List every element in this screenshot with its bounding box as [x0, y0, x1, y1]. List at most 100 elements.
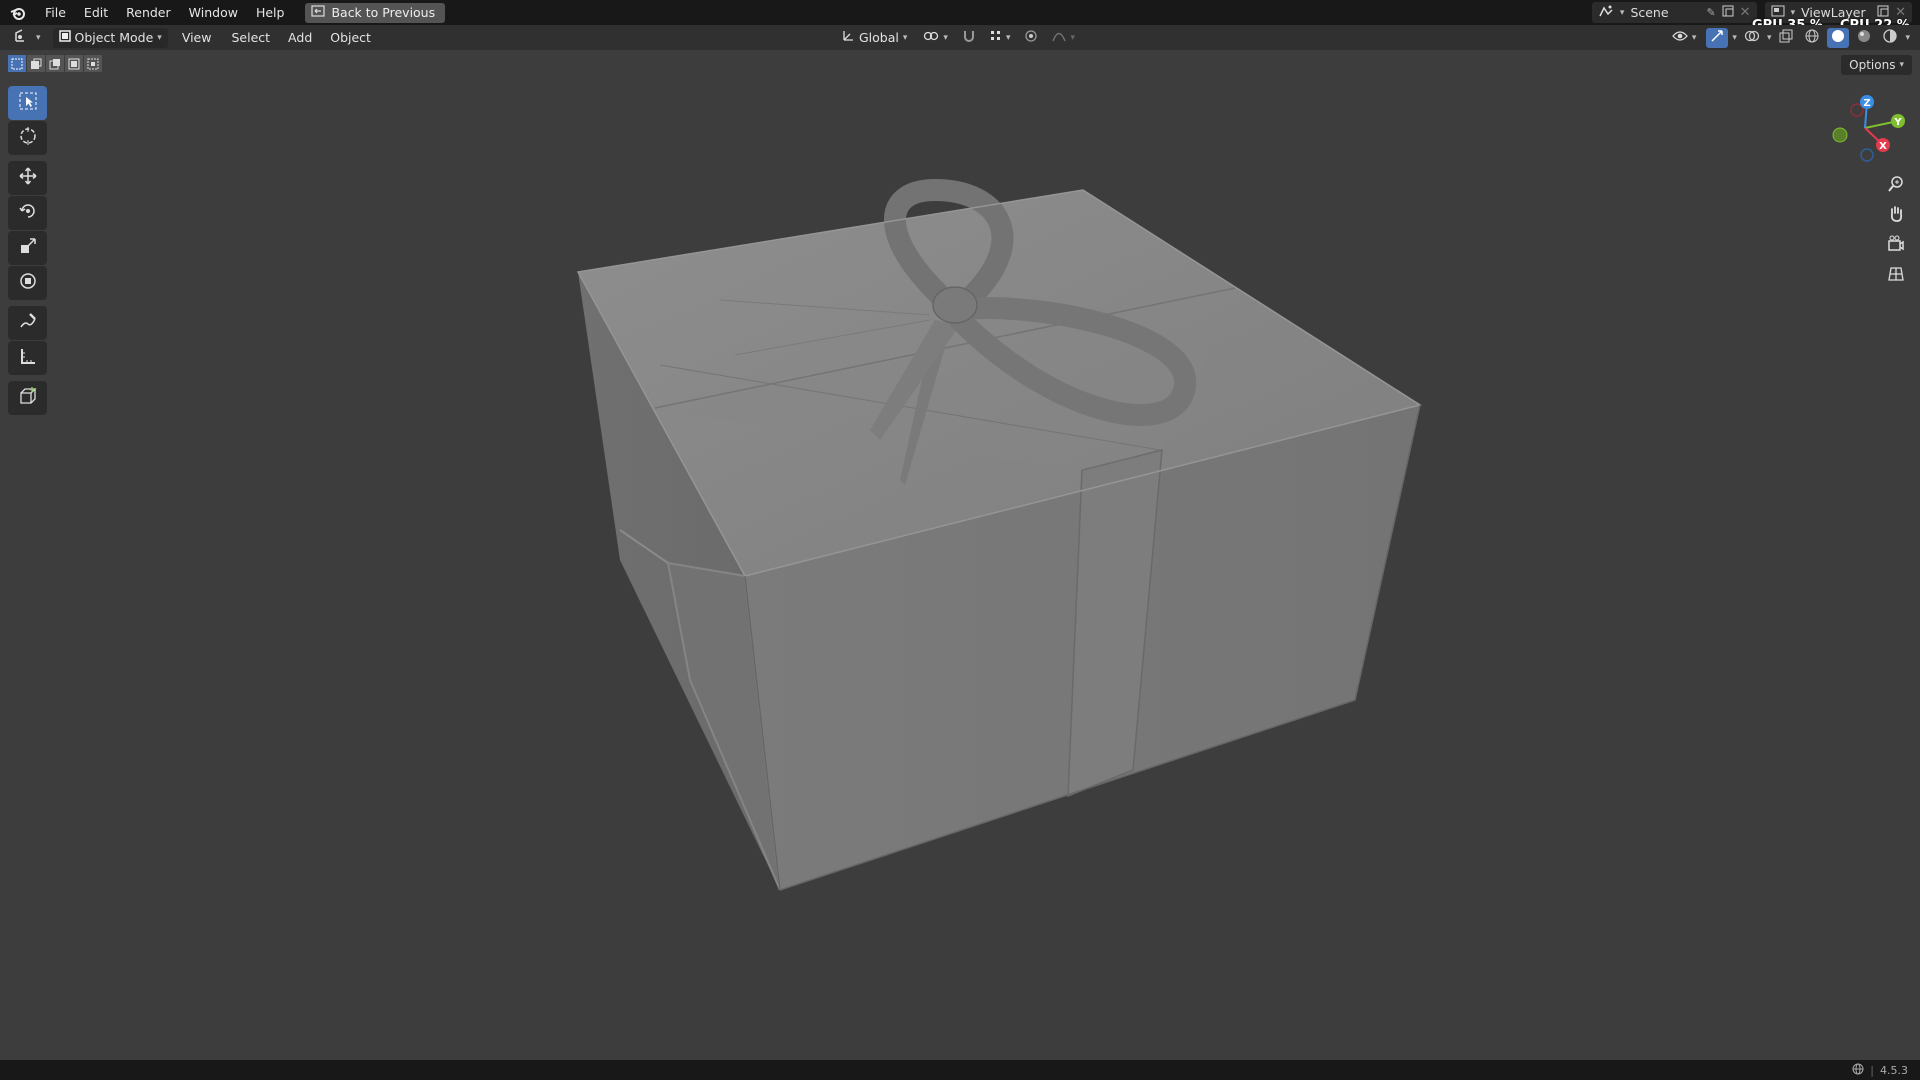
menu-edit[interactable]: Edit: [75, 0, 117, 25]
wireframe-shading-icon: [1805, 29, 1819, 47]
chevron-down-icon: ▾: [1070, 32, 1075, 43]
transform-orientation-dropdown[interactable]: Global ▾: [835, 28, 913, 48]
add-cube-icon: [18, 386, 38, 410]
chevron-down-icon: ▾: [1899, 60, 1904, 70]
transform-icon: [18, 271, 38, 295]
neg-z-axis-handle: [1860, 148, 1874, 162]
chevron-down-icon: ▾: [943, 32, 948, 43]
chevron-down-icon: ▾: [157, 32, 162, 43]
eye-icon: [1672, 30, 1688, 45]
options-label: Options: [1849, 58, 1896, 72]
scene-icon: [1598, 4, 1614, 22]
gizmo-icon: [1710, 29, 1724, 47]
status-divider: |: [1870, 1063, 1874, 1077]
tool-select-box[interactable]: [8, 86, 47, 120]
snap-target-dropdown[interactable]: ▾: [984, 28, 1017, 48]
rotate-icon: [18, 201, 38, 225]
navigation-gizmo[interactable]: Z Y X: [1820, 90, 1910, 170]
magnet-icon: [962, 29, 976, 47]
snap-toggle[interactable]: [958, 28, 980, 48]
overlays-icon: [1744, 29, 1760, 47]
tool-measure[interactable]: [8, 341, 47, 375]
neg-y-axis-handle: [1832, 127, 1848, 143]
chevron-down-icon: ▾: [1619, 7, 1625, 18]
solid-shading-icon: [1831, 29, 1845, 47]
orientation-label: Global: [859, 30, 899, 45]
chevron-down-icon: ▾: [36, 32, 41, 43]
network-globe-icon: [1852, 1063, 1864, 1078]
select-intersect-icon[interactable]: [84, 55, 102, 72]
editor-type-button[interactable]: ▾: [8, 28, 47, 48]
top-menu-bar: File Edit Render Window Help Back to Pre…: [0, 0, 1920, 25]
tool-cursor[interactable]: [8, 121, 47, 155]
snap-grid-icon: [990, 30, 1002, 45]
select-extend-icon[interactable]: [27, 55, 45, 72]
menu-file[interactable]: File: [36, 0, 75, 25]
visibility-dropdown[interactable]: ▾: [1666, 28, 1703, 48]
version-label: 4.5.3: [1880, 1063, 1908, 1077]
pan-hand-icon[interactable]: [1882, 200, 1910, 228]
pivot-icon: [923, 29, 939, 46]
tool-scale[interactable]: [8, 231, 47, 265]
pivot-point-dropdown[interactable]: ▾: [917, 28, 954, 48]
x-axis-label: X: [1879, 141, 1887, 152]
xray-icon: [1779, 29, 1793, 47]
select-subtract-icon[interactable]: [46, 55, 64, 72]
select-new-icon[interactable]: [8, 55, 26, 72]
camera-view-icon[interactable]: [1882, 230, 1910, 258]
select-invert-icon[interactable]: [65, 55, 83, 72]
menu-select[interactable]: Select: [225, 28, 276, 48]
viewport-header: ▾ Object Mode ▾ View Select Add Object G…: [0, 25, 1920, 50]
scene-selector[interactable]: ▾ Scene ✎ ✕: [1591, 2, 1757, 23]
close-scene-icon[interactable]: ✕: [1740, 5, 1751, 20]
back-to-previous-button[interactable]: Back to Previous: [305, 2, 446, 23]
overlays-toggle[interactable]: [1741, 28, 1763, 48]
gizmo-toggle[interactable]: [1706, 27, 1729, 48]
chevron-down-icon[interactable]: ▾: [1767, 33, 1772, 43]
menu-add[interactable]: Add: [282, 28, 318, 48]
menu-help[interactable]: Help: [247, 0, 294, 25]
scale-icon: [18, 236, 38, 260]
rendered-shading-icon: [1883, 28, 1898, 47]
move-icon: [18, 166, 38, 190]
tool-transform[interactable]: [8, 266, 47, 300]
shading-solid[interactable]: [1827, 27, 1850, 48]
pin-icon[interactable]: ✎: [1706, 6, 1715, 19]
gift-box-model[interactable]: [0, 50, 1920, 1060]
scene-name[interactable]: Scene: [1630, 5, 1700, 20]
menu-view[interactable]: View: [176, 28, 218, 48]
tool-add-cube[interactable]: [8, 381, 47, 415]
menu-window[interactable]: Window: [180, 0, 247, 25]
xray-toggle[interactable]: [1775, 28, 1797, 48]
chevron-down-icon[interactable]: ▾: [1732, 33, 1737, 43]
perspective-grid-icon[interactable]: [1882, 260, 1910, 288]
shading-wireframe[interactable]: [1801, 28, 1823, 48]
shading-rendered[interactable]: [1879, 28, 1901, 48]
chevron-down-icon: ▾: [902, 32, 908, 43]
proportional-editing-toggle[interactable]: [1020, 28, 1042, 48]
viewport-display-controls: ▾ ▾ ▾ ▾: [1666, 27, 1910, 48]
chevron-down-icon: ▾: [1691, 32, 1697, 43]
annotate-pencil-icon: [18, 311, 38, 335]
object-mode-icon: [58, 30, 71, 45]
menu-render[interactable]: Render: [117, 0, 180, 25]
falloff-curve-icon: [1052, 30, 1067, 45]
3d-viewport-icon: [14, 29, 32, 46]
3d-viewport[interactable]: [0, 50, 1920, 1060]
chevron-down-icon[interactable]: ▾: [1905, 33, 1910, 43]
tool-rotate[interactable]: [8, 196, 47, 230]
cursor-icon: [18, 126, 38, 150]
proportional-editing-icon: [1024, 29, 1038, 47]
zoom-icon[interactable]: [1882, 170, 1910, 198]
selection-mode-group: [8, 55, 102, 72]
menu-object[interactable]: Object: [324, 28, 377, 48]
options-dropdown[interactable]: Options ▾: [1841, 55, 1912, 75]
object-mode-dropdown[interactable]: Object Mode ▾: [52, 27, 168, 48]
shading-material[interactable]: [1853, 28, 1875, 48]
tool-annotate[interactable]: [8, 306, 47, 340]
blender-logo-icon[interactable]: [0, 0, 36, 25]
tool-move[interactable]: [8, 161, 47, 195]
transform-controls: Global ▾ ▾ ▾ ▾: [835, 27, 1081, 48]
falloff-dropdown[interactable]: ▾: [1046, 28, 1081, 48]
new-scene-icon[interactable]: [1722, 5, 1734, 21]
